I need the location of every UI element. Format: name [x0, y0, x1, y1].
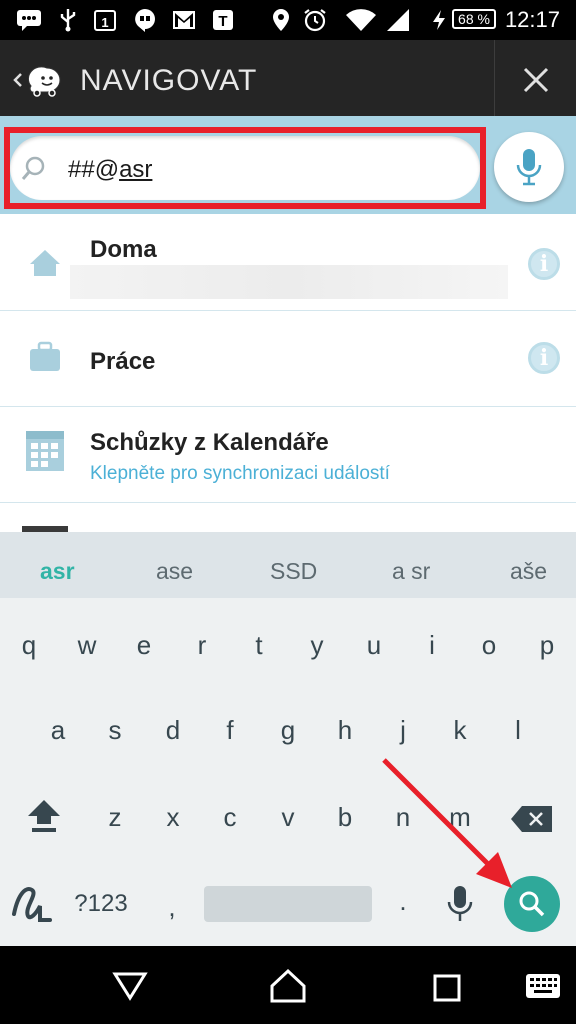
key-u[interactable]: u — [354, 630, 394, 661]
suggestion-item[interactable]: a sr — [392, 558, 430, 585]
key-l[interactable]: l — [498, 715, 538, 746]
keyboard-switch-button[interactable] — [524, 970, 562, 1002]
square-icon — [433, 974, 461, 1002]
t-icon: T — [210, 8, 236, 32]
list-item-calendar[interactable]: Schůzky z Kalendáře Klepněte pro synchro… — [0, 407, 576, 503]
home-icon — [28, 248, 62, 283]
highlight-box — [4, 127, 486, 209]
back-button[interactable] — [10, 64, 74, 98]
redacted-address — [70, 265, 508, 299]
list-item-subtitle[interactable]: Klepněte pro synchronizaci událostí — [90, 463, 390, 485]
comma-key[interactable]: , — [152, 892, 192, 923]
key-o[interactable]: o — [469, 630, 509, 661]
svg-text:T: T — [218, 13, 227, 30]
home-outline-icon — [270, 968, 306, 1003]
usb-icon — [56, 8, 80, 32]
key-x[interactable]: x — [153, 802, 193, 833]
key-q[interactable]: q — [9, 630, 49, 661]
suggestion-item[interactable]: SSD — [270, 558, 317, 585]
clock: 12:17 — [504, 7, 560, 32]
key-s[interactable]: s — [95, 715, 135, 746]
key-g[interactable]: g — [268, 715, 308, 746]
key-h[interactable]: h — [325, 715, 365, 746]
wifi-icon — [344, 8, 378, 32]
key-c[interactable]: c — [210, 802, 250, 833]
key-v[interactable]: v — [268, 802, 308, 833]
page-title: NAVIGOVAT — [80, 64, 258, 97]
key-a[interactable]: a — [38, 715, 78, 746]
key-j[interactable]: j — [383, 715, 423, 746]
close-icon — [523, 67, 549, 93]
suggestion-item[interactable]: aše — [510, 558, 547, 585]
key-e[interactable]: e — [124, 630, 164, 661]
hangouts-icon — [132, 8, 158, 32]
gmail-icon — [170, 8, 198, 32]
info-button[interactable]: i — [528, 342, 560, 374]
chat-icon — [14, 8, 44, 32]
shift-key[interactable] — [24, 796, 64, 836]
key-f[interactable]: f — [210, 715, 250, 746]
list-item-home[interactable]: Doma i — [0, 214, 576, 311]
key-y[interactable]: y — [297, 630, 337, 661]
home-nav-button[interactable] — [268, 966, 308, 1006]
suggestion-item[interactable]: ase — [156, 558, 193, 585]
key-b[interactable]: b — [325, 802, 365, 833]
key-i[interactable]: i — [412, 630, 452, 661]
swype-icon — [12, 887, 52, 922]
divider — [494, 40, 495, 116]
symbols-key[interactable]: ?123 — [68, 890, 134, 918]
key-z[interactable]: z — [95, 802, 135, 833]
recents-nav-button[interactable] — [430, 968, 466, 1004]
destination-list: Doma i Práce i Schůzky z Kalendáře Klepn… — [0, 214, 576, 532]
back-triangle-icon — [112, 972, 148, 1001]
annotation-arrow — [376, 752, 526, 902]
calendar-icon — [24, 429, 66, 478]
suggestion-item[interactable]: asr — [40, 558, 75, 585]
list-item-title: Schůzky z Kalendáře — [90, 429, 329, 456]
key-k[interactable]: k — [440, 715, 480, 746]
shift-icon — [28, 800, 60, 832]
voice-search-button[interactable] — [494, 132, 564, 202]
battery-icon: 68 % — [452, 9, 496, 29]
info-button[interactable]: i — [528, 248, 560, 280]
swype-key[interactable] — [10, 884, 54, 924]
key-p[interactable]: p — [527, 630, 567, 661]
location-icon — [270, 8, 292, 32]
briefcase-icon — [28, 341, 62, 378]
key-t[interactable]: t — [239, 630, 279, 661]
svg-text:1: 1 — [101, 15, 108, 30]
mic-icon — [516, 149, 542, 186]
list-item-work[interactable]: Práce i — [0, 311, 576, 407]
keyboard-icon — [526, 974, 560, 998]
calendar-1-icon: 1 — [92, 8, 118, 32]
status-bar: 1 T 68 % 12:17 — [0, 0, 576, 40]
list-item-title: Doma — [90, 236, 157, 263]
charging-icon — [430, 8, 448, 32]
alarm-icon — [302, 8, 328, 32]
key-d[interactable]: d — [153, 715, 193, 746]
back-nav-button[interactable] — [110, 966, 150, 1006]
suggestion-bar: asr ase SSD a sr aše — [0, 532, 576, 598]
close-button[interactable] — [512, 60, 560, 100]
key-r[interactable]: r — [182, 630, 222, 661]
space-key[interactable] — [204, 886, 372, 922]
key-w[interactable]: w — [67, 630, 107, 661]
list-item-title: Práce — [90, 348, 156, 375]
signal-icon — [384, 8, 412, 32]
chevron-left-icon — [13, 73, 22, 87]
waze-logo-icon — [27, 66, 61, 97]
